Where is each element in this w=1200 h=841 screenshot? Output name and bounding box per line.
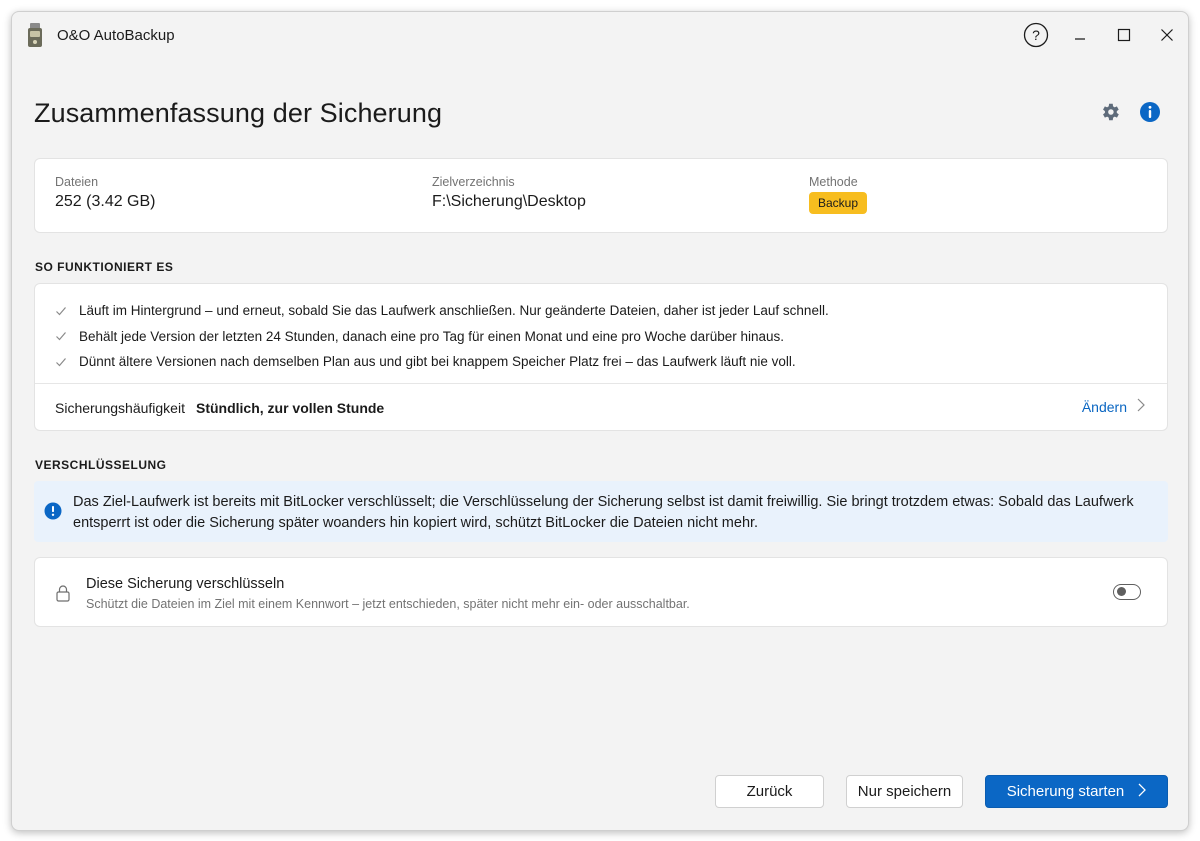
start-backup-label: Sicherung starten bbox=[1006, 783, 1125, 800]
lock-icon bbox=[55, 584, 71, 602]
encrypt-option-card: Diese Sicherung verschlüsseln Schützt di… bbox=[34, 557, 1168, 627]
toggle-knob bbox=[1116, 587, 1126, 596]
info-icon bbox=[44, 502, 62, 520]
method-label: Methode bbox=[809, 175, 858, 189]
target-value: F:\Sicherung\Desktop bbox=[432, 193, 586, 210]
info-button[interactable] bbox=[1138, 100, 1162, 124]
title-bar: O&O AutoBackup ? bbox=[12, 12, 1188, 58]
save-only-button[interactable]: Nur speichern bbox=[846, 775, 963, 808]
info-icon bbox=[1140, 102, 1160, 122]
app-logo-icon bbox=[26, 22, 44, 48]
list-item: Behält jede Version der letzten 24 Stund… bbox=[55, 324, 829, 350]
settings-button[interactable] bbox=[1098, 100, 1122, 124]
target-label: Zielverzeichnis bbox=[432, 175, 515, 189]
list-item-text: Läuft im Hintergrund – und erneut, sobal… bbox=[79, 303, 829, 319]
backup-frequency-row: Sicherungshäufigkeit Stündlich, zur voll… bbox=[35, 384, 1167, 431]
how-it-works-list: Läuft im Hintergrund – und erneut, sobal… bbox=[55, 298, 829, 375]
encrypt-option-title: Diese Sicherung verschlüsseln bbox=[86, 576, 285, 592]
chevron-right-icon bbox=[1138, 783, 1147, 801]
method-badge: Backup bbox=[809, 192, 868, 214]
how-it-works-card: Läuft im Hintergrund – und erneut, sobal… bbox=[34, 283, 1168, 431]
help-button[interactable]: ? bbox=[1023, 22, 1049, 48]
target-field: Zielverzeichnis F:\Sicherung\Desktop bbox=[432, 175, 586, 211]
files-value: 252 (3.42 GB) bbox=[55, 193, 156, 210]
summary-card: Dateien 252 (3.42 GB) Zielverzeichnis F:… bbox=[34, 158, 1168, 233]
info-banner-text: Das Ziel-Laufwerk ist bereits mit BitLoc… bbox=[73, 494, 1134, 531]
files-field: Dateien 252 (3.42 GB) bbox=[55, 175, 156, 211]
change-label: Ändern bbox=[1081, 398, 1127, 415]
svg-text:?: ? bbox=[1032, 27, 1040, 43]
app-title: O&O AutoBackup bbox=[57, 27, 175, 44]
start-backup-button[interactable]: Sicherung starten bbox=[985, 775, 1168, 808]
page-title: Zusammenfassung der Sicherung bbox=[34, 98, 443, 128]
back-button[interactable]: Zurück bbox=[715, 775, 824, 808]
chevron-right-icon bbox=[1137, 398, 1145, 415]
check-icon bbox=[55, 356, 67, 368]
encrypt-toggle[interactable] bbox=[1113, 584, 1141, 600]
list-item: Läuft im Hintergrund – und erneut, sobal… bbox=[55, 298, 829, 324]
encryption-heading: VERSCHLÜSSELUNG bbox=[35, 458, 167, 472]
frequency-value: Stündlich, zur vollen Stunde bbox=[195, 399, 385, 416]
list-item-text: Dünnt ältere Versionen nach demselben Pl… bbox=[79, 354, 796, 370]
close-icon bbox=[1161, 29, 1173, 41]
check-icon bbox=[55, 330, 67, 342]
help-icon: ? bbox=[1023, 22, 1049, 48]
app-window: O&O AutoBackup ? Zusammenfassung der Sic… bbox=[11, 11, 1189, 831]
encrypt-option-subtitle: Schützt die Dateien im Ziel mit einem Ke… bbox=[86, 597, 690, 611]
list-item: Dünnt ältere Versionen nach demselben Pl… bbox=[55, 349, 829, 375]
bitlocker-info-banner: Das Ziel-Laufwerk ist bereits mit BitLoc… bbox=[34, 481, 1168, 542]
gear-icon bbox=[1103, 103, 1119, 121]
maximize-button[interactable] bbox=[1111, 22, 1137, 48]
how-it-works-heading: SO FUNKTIONIERT ES bbox=[35, 260, 174, 274]
change-frequency-link[interactable]: Ändern bbox=[1082, 398, 1145, 415]
minimize-icon bbox=[1075, 38, 1085, 40]
method-field: Methode Backup bbox=[809, 175, 868, 214]
maximize-icon bbox=[1117, 28, 1131, 42]
minimize-button[interactable] bbox=[1067, 22, 1093, 48]
files-label: Dateien bbox=[55, 175, 99, 189]
check-icon bbox=[55, 305, 67, 317]
close-button[interactable] bbox=[1154, 22, 1180, 48]
frequency-label: Sicherungshäufigkeit bbox=[55, 399, 185, 416]
list-item-text: Behält jede Version der letzten 24 Stund… bbox=[79, 328, 784, 344]
